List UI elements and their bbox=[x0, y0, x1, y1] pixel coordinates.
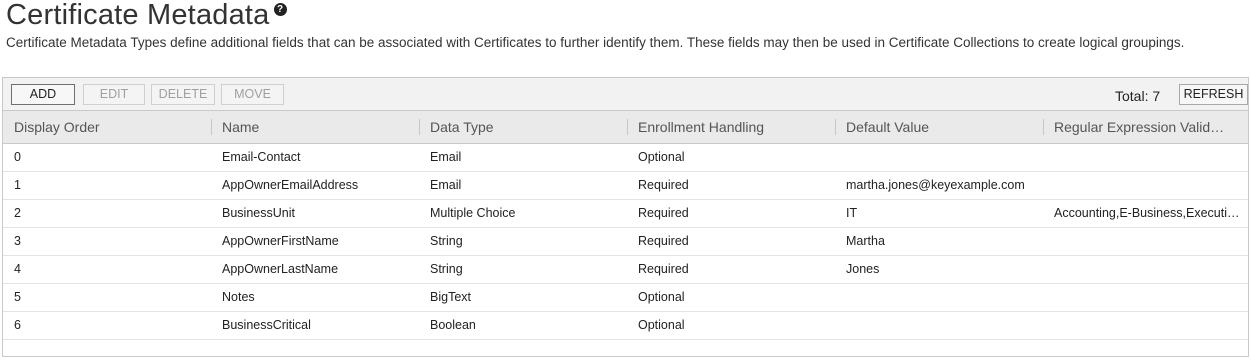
cell-data-type: String bbox=[430, 234, 463, 248]
cell-name: BusinessCritical bbox=[222, 318, 311, 332]
cell-display-order: 0 bbox=[14, 150, 21, 164]
cell-display-order: 3 bbox=[14, 234, 21, 248]
table-row[interactable]: 6 BusinessCritical Boolean Optional bbox=[3, 312, 1248, 340]
cell-display-order: 6 bbox=[14, 318, 21, 332]
cell-enrollment-handling: Optional bbox=[638, 318, 685, 332]
question-circle-icon[interactable]: ? bbox=[273, 3, 287, 16]
page: Certificate Metadata ? Certificate Metad… bbox=[0, 0, 1251, 360]
cell-regex-validation bbox=[1043, 284, 1248, 311]
cell-name: AppOwnerFirstName bbox=[222, 234, 339, 248]
table-row[interactable]: 1 AppOwnerEmailAddress Email Required martha… bbox=[3, 172, 1248, 200]
table-row[interactable]: 4 AppOwnerLastName String Required Jones bbox=[3, 256, 1248, 284]
page-title: Certificate Metadata bbox=[6, 0, 270, 31]
column-header-data-type[interactable]: Data Type bbox=[419, 111, 627, 143]
table-row[interactable]: 3 AppOwnerFirstName String Required Martha bbox=[3, 228, 1248, 256]
delete-button[interactable]: DELETE bbox=[151, 84, 215, 105]
table-row[interactable]: 2 BusinessUnit Multiple Choice Required IT Ac… bbox=[3, 200, 1248, 228]
cell-enrollment-handling: Required bbox=[638, 262, 689, 276]
column-header-default-value[interactable]: Default Value bbox=[835, 111, 1043, 143]
grid-toolbar: ADD EDIT DELETE MOVE Total: 7 REFRESH bbox=[3, 78, 1248, 111]
cell-data-type: BigText bbox=[430, 290, 471, 304]
table-header: Display Order Name Data Type Enrollment … bbox=[3, 111, 1248, 144]
total-count: Total: 7 bbox=[1115, 88, 1161, 104]
table-row[interactable]: 0 Email-Contact Email Optional bbox=[3, 144, 1248, 172]
cell-name: AppOwnerLastName bbox=[222, 262, 339, 276]
cell-default-value: Jones bbox=[846, 262, 880, 276]
add-button[interactable]: ADD bbox=[11, 84, 75, 105]
metadata-grid: ADD EDIT DELETE MOVE Total: 7 REFRESH Di… bbox=[2, 77, 1249, 357]
cell-enrollment-handling: Required bbox=[638, 234, 689, 248]
cell-display-order: 5 bbox=[14, 290, 21, 304]
cell-display-order: 4 bbox=[14, 262, 21, 276]
cell-name: AppOwnerEmailAddress bbox=[222, 178, 359, 192]
cell-regex-validation bbox=[1043, 144, 1248, 171]
column-header-regex-validation[interactable]: Regular Expression Valid… bbox=[1043, 111, 1248, 143]
cell-name: BusinessUnit bbox=[222, 206, 295, 220]
cell-enrollment-handling: Optional bbox=[638, 150, 685, 164]
cell-data-type: Email bbox=[430, 150, 462, 164]
cell-default-value: Martha bbox=[846, 234, 885, 248]
page-description: Certificate Metadata Types define additi… bbox=[6, 35, 1185, 50]
cell-regex-validation bbox=[1043, 256, 1248, 283]
cell-name: Email-Contact bbox=[222, 150, 301, 164]
cell-display-order: 1 bbox=[14, 178, 21, 192]
column-header-enrollment-handling[interactable]: Enrollment Handling bbox=[627, 111, 835, 143]
cell-default-value: IT bbox=[846, 206, 858, 220]
cell-default-value bbox=[835, 144, 1043, 171]
refresh-button[interactable]: REFRESH bbox=[1179, 84, 1248, 105]
cell-enrollment-handling: Optional bbox=[638, 290, 685, 304]
cell-data-type: String bbox=[430, 262, 463, 276]
cell-enrollment-handling: Required bbox=[638, 178, 689, 192]
edit-button[interactable]: EDIT bbox=[83, 84, 145, 105]
cell-data-type: Boolean bbox=[430, 318, 476, 332]
cell-data-type: Multiple Choice bbox=[430, 206, 516, 220]
cell-regex-validation bbox=[1043, 172, 1248, 199]
cell-data-type: Email bbox=[430, 178, 462, 192]
cell-name: Notes bbox=[222, 290, 255, 304]
column-header-name[interactable]: Name bbox=[211, 111, 419, 143]
cell-regex-validation bbox=[1043, 228, 1248, 255]
cell-regex-validation: Accounting,E-Business,Executi… bbox=[1054, 206, 1240, 220]
cell-enrollment-handling: Required bbox=[638, 206, 689, 220]
column-header-display-order[interactable]: Display Order bbox=[3, 111, 211, 143]
title-row: Certificate Metadata ? bbox=[6, 0, 287, 34]
table-row[interactable]: 5 Notes BigText Optional bbox=[3, 284, 1248, 312]
move-button[interactable]: MOVE bbox=[221, 84, 284, 105]
cell-default-value: martha.jones@keyexample.com bbox=[846, 178, 1025, 192]
cell-display-order: 2 bbox=[14, 206, 21, 220]
cell-default-value bbox=[835, 284, 1043, 311]
cell-default-value bbox=[835, 312, 1043, 339]
cell-regex-validation bbox=[1043, 312, 1248, 339]
